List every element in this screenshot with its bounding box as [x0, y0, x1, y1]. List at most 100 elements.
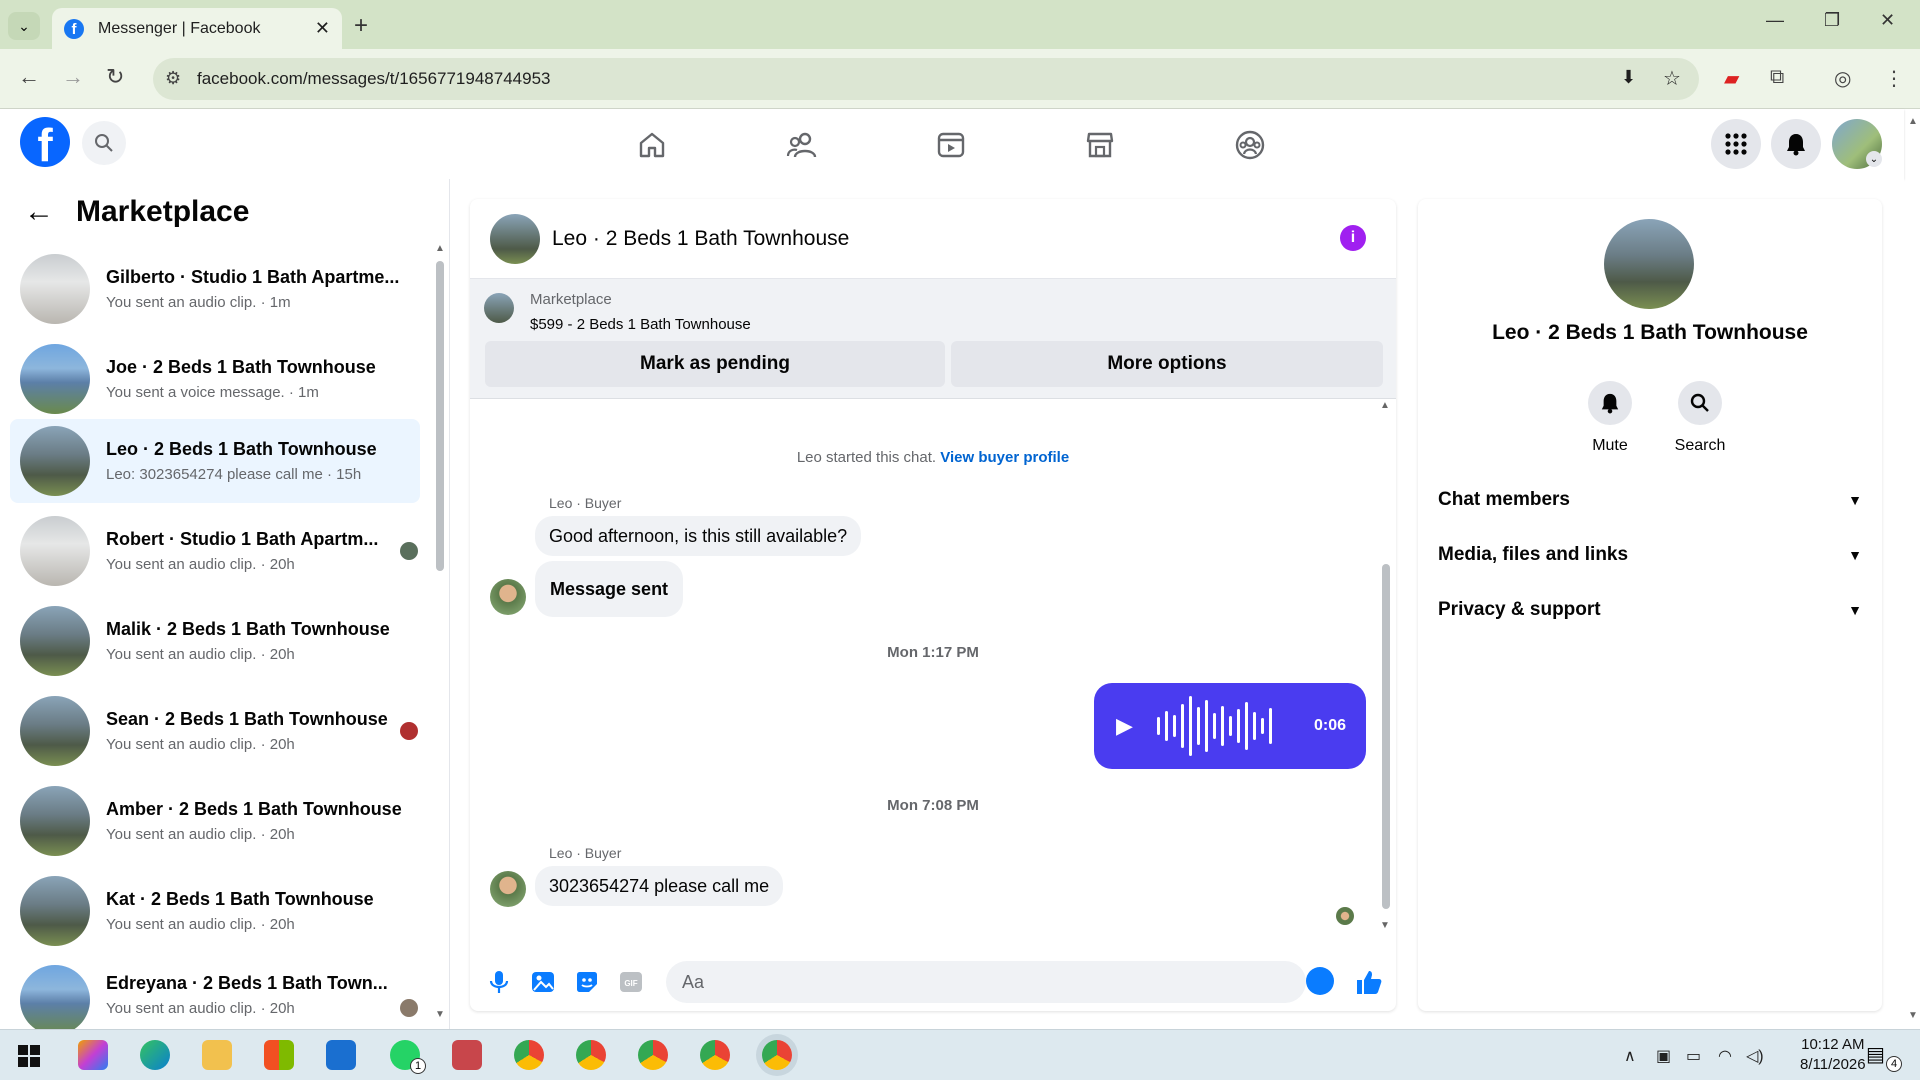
reload-icon[interactable]: ↻ — [106, 64, 124, 90]
mute-button[interactable]: Mute — [1570, 381, 1650, 455]
scroll-down-icon[interactable]: ▼ — [1908, 1010, 1918, 1021]
contact-avatar[interactable] — [1604, 219, 1694, 309]
sender-avatar[interactable] — [490, 871, 526, 907]
audio-message[interactable]: ▶ 0:06 — [1094, 683, 1366, 769]
facebook-logo[interactable]: f — [20, 117, 70, 167]
scroll-down-icon[interactable]: ▼ — [1380, 920, 1390, 931]
message-bubble[interactable]: Message sent — [535, 561, 684, 617]
profile-icon[interactable]: ◎ — [1834, 66, 1851, 91]
chrome-profile-icon[interactable] — [700, 1040, 730, 1070]
facebook-search-button[interactable] — [82, 121, 126, 165]
minimize-button[interactable]: — — [1766, 10, 1784, 31]
chrome-profile-icon[interactable] — [638, 1040, 668, 1070]
account-chevron-icon[interactable]: ⌄ — [1866, 151, 1882, 167]
menu-kebab-icon[interactable]: ⋮ — [1884, 66, 1904, 91]
message-input[interactable]: Aa — [666, 961, 1306, 1003]
conversation-item[interactable]: Robert · Studio 1 Bath Apartm... You sent… — [10, 509, 420, 593]
scroll-up-icon[interactable]: ▲ — [1380, 400, 1390, 411]
scroll-up-icon[interactable]: ▲ — [435, 243, 445, 254]
read-receipt-avatar — [1336, 907, 1354, 925]
marketplace-nav-button[interactable] — [1082, 127, 1118, 163]
chat-title[interactable]: Leo · 2 Beds 1 Bath Townhouse — [552, 227, 849, 251]
chrome-active-icon[interactable] — [762, 1040, 792, 1070]
scrollbar-thumb[interactable] — [1382, 564, 1390, 909]
volume-icon[interactable]: ◁) — [1746, 1046, 1764, 1066]
install-app-icon[interactable]: ⬇ — [1621, 67, 1636, 88]
more-options-button[interactable]: More options — [951, 341, 1383, 387]
play-icon[interactable]: ▶ — [1116, 713, 1133, 739]
tray-chevron-icon[interactable]: ∧ — [1624, 1046, 1636, 1066]
conversation-item[interactable]: Sean · 2 Beds 1 Bath Townhouse You sent a… — [10, 689, 420, 773]
app-icon[interactable] — [452, 1040, 482, 1070]
edge-icon[interactable] — [140, 1040, 170, 1070]
menu-grid-button[interactable] — [1711, 119, 1761, 169]
scroll-up-icon[interactable]: ▲ — [1908, 116, 1918, 127]
browser-tab[interactable]: f Messenger | Facebook ✕ — [52, 8, 342, 49]
microsoft-store-icon[interactable] — [264, 1040, 294, 1070]
gif-icon[interactable]: GIF — [618, 969, 644, 995]
panel-header: ← Marketplace — [24, 195, 249, 229]
notifications-button[interactable] — [1771, 119, 1821, 169]
conversation-item-active[interactable]: Leo · 2 Beds 1 Bath Townhouse Leo: 302365… — [10, 419, 420, 503]
notification-center-icon[interactable]: ▤ — [1866, 1042, 1885, 1067]
listing-price-title[interactable]: $599 - 2 Beds 1 Bath Townhouse — [530, 316, 751, 333]
conversation-item[interactable]: Kat · 2 Beds 1 Bath Townhouse You sent an… — [10, 869, 420, 953]
sticker-icon[interactable] — [574, 969, 600, 995]
wifi-icon[interactable]: ◠ — [1718, 1046, 1732, 1066]
search-in-chat-button[interactable]: Search — [1660, 381, 1740, 455]
tab-close-icon[interactable]: ✕ — [315, 18, 330, 39]
mark-as-pending-button[interactable]: Mark as pending — [485, 341, 945, 387]
microphone-icon[interactable] — [486, 969, 512, 995]
restore-button[interactable]: ❐ — [1824, 10, 1840, 31]
bookmark-star-icon[interactable]: ☆ — [1663, 66, 1681, 91]
chat-members-section[interactable]: Chat members ▼ — [1438, 489, 1862, 511]
conversation-scrollbar[interactable]: ▲ ▼ — [435, 243, 445, 1020]
conversation-item[interactable]: Gilberto · Studio 1 Bath Apartme... You s… — [10, 247, 420, 331]
back-arrow-icon[interactable]: ← — [24, 195, 54, 229]
chat-scrollbar[interactable]: ▲ ▼ — [1380, 400, 1392, 934]
conversation-item[interactable]: Malik · 2 Beds 1 Bath Townhouse You sent … — [10, 599, 420, 683]
extension-icon[interactable]: ▰ — [1724, 66, 1739, 91]
url-bar[interactable]: ⚙ facebook.com/messages/t/16567719487449… — [153, 58, 1699, 100]
scrollbar-thumb[interactable] — [436, 261, 444, 571]
back-icon[interactable]: ← — [18, 64, 40, 90]
system-clock[interactable]: 10:12 AM 8/11/2026 — [1800, 1035, 1866, 1075]
message-bubble[interactable]: 3023654274 please call me — [535, 866, 784, 906]
close-window-button[interactable]: ✕ — [1880, 10, 1895, 31]
tab-search-button[interactable]: ⌄ — [8, 12, 40, 40]
outlook-icon[interactable] — [326, 1040, 356, 1070]
info-icon[interactable]: i — [1340, 225, 1366, 251]
home-nav-button[interactable] — [634, 127, 670, 163]
conversation-item[interactable]: Amber · 2 Beds 1 Bath Townhouse You sent … — [10, 779, 420, 863]
emoji-icon[interactable] — [1306, 967, 1334, 995]
scroll-down-icon[interactable]: ▼ — [435, 1009, 445, 1020]
conversation-name: Kat · 2 Beds 1 Bath Townhouse — [106, 889, 374, 909]
copilot-icon[interactable] — [78, 1040, 108, 1070]
groups-nav-button[interactable] — [1232, 127, 1268, 163]
photo-icon[interactable] — [530, 969, 556, 995]
friends-nav-button[interactable] — [784, 127, 820, 163]
battery-icon[interactable]: ▭ — [1686, 1046, 1701, 1066]
chrome-profile-icon[interactable] — [576, 1040, 606, 1070]
tray-app-icon[interactable]: ▣ — [1656, 1046, 1671, 1066]
file-explorer-icon[interactable] — [202, 1040, 232, 1070]
message-bubble[interactable]: Good afternoon, is this still available? — [535, 516, 862, 556]
chrome-icon[interactable] — [514, 1040, 544, 1070]
clock-date: 8/11/2026 — [1800, 1056, 1866, 1073]
new-tab-button[interactable]: + — [354, 12, 368, 40]
media-files-links-section[interactable]: Media, files and links ▼ — [1438, 544, 1862, 566]
conversation-preview: You sent a voice message. · 1m — [106, 384, 319, 401]
site-info-icon[interactable]: ⚙ — [165, 68, 181, 89]
conversation-item[interactable]: Joe · 2 Beds 1 Bath Townhouse You sent a … — [10, 337, 420, 421]
extensions-puzzle-icon[interactable]: ⧉ — [1770, 66, 1784, 89]
privacy-support-section[interactable]: Privacy & support ▼ — [1438, 599, 1862, 621]
sender-avatar[interactable] — [490, 579, 526, 615]
watch-nav-button[interactable] — [933, 127, 969, 163]
thumbs-up-icon[interactable] — [1354, 967, 1384, 997]
page-scrollbar[interactable]: ▲ ▼ — [1906, 116, 1920, 1026]
forward-icon[interactable]: → — [62, 64, 84, 90]
chat-avatar[interactable] — [490, 213, 540, 264]
view-buyer-profile-link[interactable]: View buyer profile — [940, 449, 1069, 466]
windows-start-icon[interactable] — [18, 1045, 40, 1067]
conversation-item[interactable]: Edreyana · 2 Beds 1 Bath Town... You sent… — [10, 959, 420, 1029]
